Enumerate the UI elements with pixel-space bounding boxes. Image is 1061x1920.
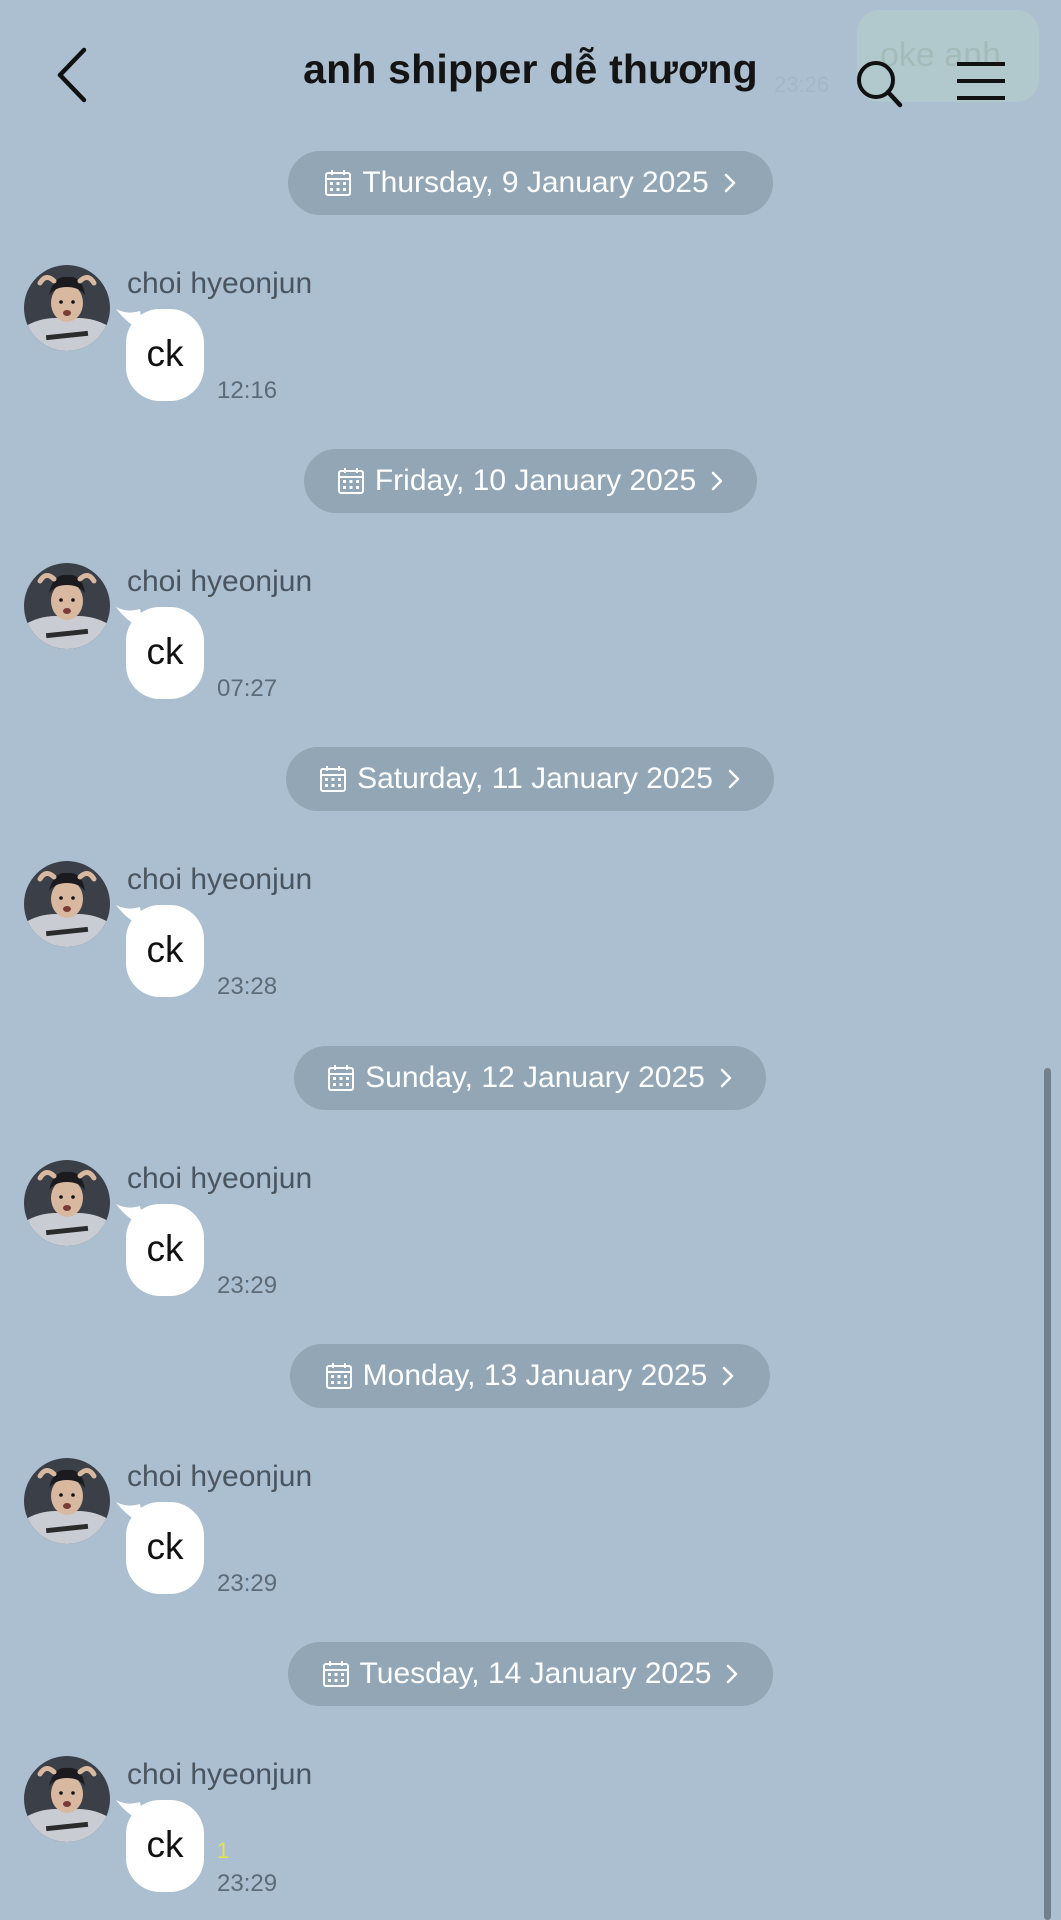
avatar[interactable] xyxy=(24,265,110,351)
avatar-image xyxy=(24,1458,110,1544)
message-time: 07:27 xyxy=(217,675,278,702)
message-text: ck xyxy=(146,631,184,672)
chevron-right-icon xyxy=(723,1366,734,1386)
message-bubble[interactable]: ck xyxy=(126,607,204,699)
date-separator[interactable]: Monday, 13 January 2025 xyxy=(290,1344,770,1408)
date-separator[interactable]: Sunday, 12 January 2025 xyxy=(294,1046,766,1110)
calendar-icon xyxy=(328,1065,355,1091)
avatar[interactable] xyxy=(24,1160,110,1246)
date-label: Friday, 10 January 2025 xyxy=(374,464,697,497)
message-text: ck xyxy=(146,929,184,970)
message-text: ck xyxy=(146,1824,184,1865)
message-bubble[interactable]: ck xyxy=(126,1800,204,1892)
search-button[interactable] xyxy=(852,58,908,110)
hamburger-menu-icon xyxy=(957,62,1005,100)
message-time: 23:29 xyxy=(217,1570,278,1597)
date-separator[interactable]: Thursday, 9 January 2025 xyxy=(288,151,773,215)
avatar[interactable] xyxy=(24,1756,110,1842)
sender-name: choi hyeonjun xyxy=(127,267,313,300)
unread-count: 1 xyxy=(217,1838,230,1863)
message-time: 23:29 xyxy=(217,1272,278,1299)
sender-name: choi hyeonjun xyxy=(127,1758,313,1791)
chevron-right-icon xyxy=(727,1664,738,1684)
message-text: ck xyxy=(146,1228,184,1269)
calendar-icon xyxy=(322,1661,349,1687)
message-row: choi hyeonjun ck 07:27 xyxy=(0,563,1061,723)
date-label: Tuesday, 14 January 2025 xyxy=(359,1657,712,1690)
chat-header: oke anh 23:26 anh shipper dễ thương xyxy=(0,0,1061,140)
avatar[interactable] xyxy=(24,861,110,947)
avatar-image xyxy=(24,265,110,351)
avatar-image xyxy=(24,1160,110,1246)
calendar-icon xyxy=(325,170,352,196)
message-text: ck xyxy=(146,1526,184,1567)
calendar-icon xyxy=(325,1363,352,1389)
chevron-right-icon xyxy=(728,769,740,789)
sender-name: choi hyeonjun xyxy=(127,1162,313,1195)
chevron-right-icon xyxy=(720,1068,732,1088)
date-label: Saturday, 11 January 2025 xyxy=(357,762,713,795)
search-icon xyxy=(857,61,903,108)
avatar[interactable] xyxy=(24,1458,110,1544)
date-separator[interactable]: Friday, 10 January 2025 xyxy=(304,449,757,513)
date-separator[interactable]: Tuesday, 14 January 2025 xyxy=(288,1642,773,1706)
message-row: choi hyeonjun ck 23:28 xyxy=(0,861,1061,1021)
message-row: choi hyeonjun ck 23:29 xyxy=(0,1756,1061,1916)
menu-button[interactable] xyxy=(955,60,1007,102)
message-time: 12:16 xyxy=(217,377,278,404)
avatar-image xyxy=(24,563,110,649)
date-label: Sunday, 12 January 2025 xyxy=(365,1061,705,1094)
avatar[interactable] xyxy=(24,563,110,649)
message-time: 23:29 xyxy=(217,1870,278,1897)
message-bubble[interactable]: ck xyxy=(126,309,204,401)
message-bubble[interactable]: ck xyxy=(126,1502,204,1594)
avatar-image xyxy=(24,1756,110,1842)
message-row: choi hyeonjun ck 23:29 xyxy=(0,1160,1061,1320)
date-separator[interactable]: Saturday, 11 January 2025 xyxy=(286,747,774,811)
sender-name: choi hyeonjun xyxy=(127,863,313,896)
chevron-right-icon xyxy=(711,471,723,491)
message-bubble[interactable]: ck xyxy=(126,1204,204,1296)
message-text: ck xyxy=(146,333,184,374)
calendar-icon xyxy=(337,468,364,494)
date-label: Thursday, 9 January 2025 xyxy=(362,166,709,199)
message-bubble[interactable]: ck xyxy=(126,905,204,997)
scrollbar[interactable] xyxy=(1044,1068,1051,1920)
message-row: choi hyeonjun ck 23:29 xyxy=(0,1458,1061,1618)
sender-name: choi hyeonjun xyxy=(127,1460,313,1493)
date-label: Monday, 13 January 2025 xyxy=(362,1359,708,1392)
message-row: choi hyeonjun ck 12:16 xyxy=(0,265,1061,425)
message-time: 23:28 xyxy=(217,973,278,1000)
sender-name: choi hyeonjun xyxy=(127,565,313,598)
calendar-icon xyxy=(320,766,347,792)
chevron-right-icon xyxy=(724,173,735,193)
avatar-image xyxy=(24,861,110,947)
